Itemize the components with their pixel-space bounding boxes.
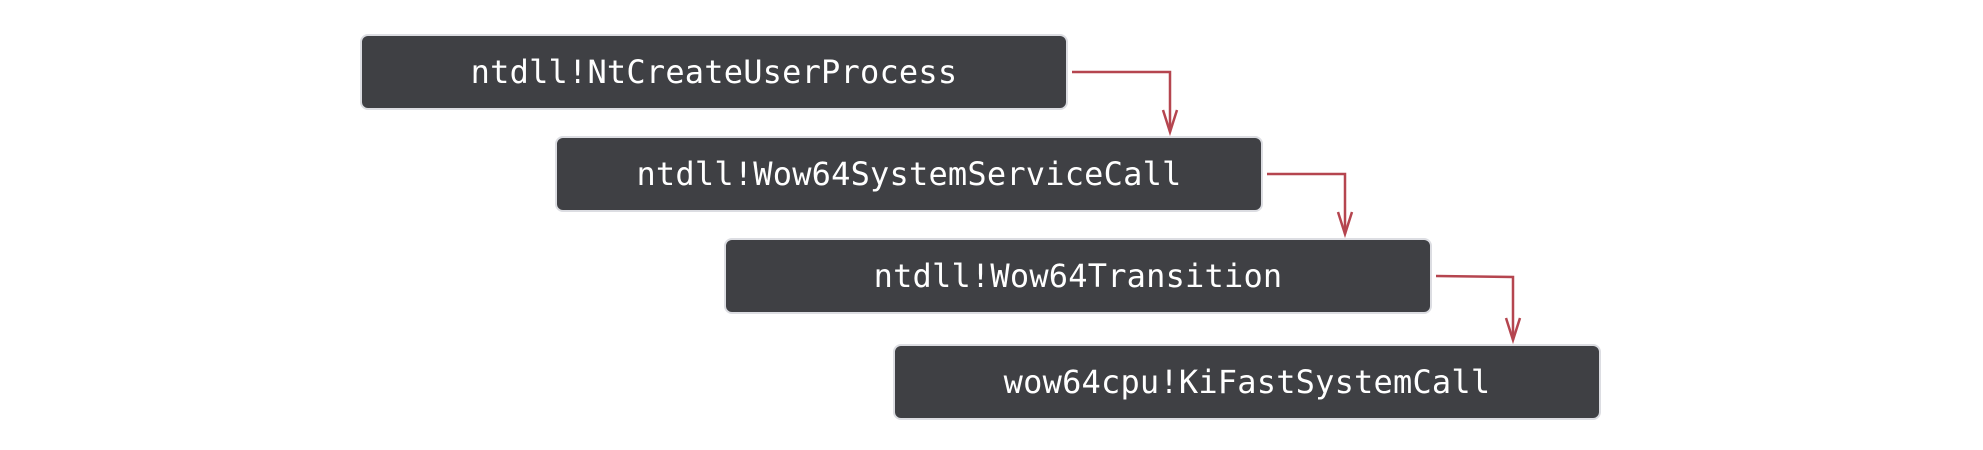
node-wow64systemservicecall: ntdll!Wow64SystemServiceCall xyxy=(555,136,1263,212)
connector-n2-n3 xyxy=(1267,172,1347,234)
node-label: ntdll!Wow64SystemServiceCall xyxy=(636,155,1182,193)
connector-n3-n4 xyxy=(1435,274,1515,340)
arrowhead-n1-n2 xyxy=(1161,109,1179,137)
node-wow64transition: ntdll!Wow64Transition xyxy=(724,238,1432,314)
connector-n1-n2 xyxy=(1072,70,1172,132)
node-kifastsystemcall: wow64cpu!KiFastSystemCall xyxy=(893,344,1601,420)
node-label: ntdll!NtCreateUserProcess xyxy=(470,53,958,91)
call-chain-diagram: ntdll!NtCreateUserProcess ntdll!Wow64Sys… xyxy=(0,0,1983,450)
node-ntcreateuserprocess: ntdll!NtCreateUserProcess xyxy=(360,34,1068,110)
node-label: ntdll!Wow64Transition xyxy=(873,257,1283,295)
arrowhead-n2-n3 xyxy=(1336,211,1354,239)
node-label: wow64cpu!KiFastSystemCall xyxy=(1003,363,1491,401)
arrowhead-n3-n4 xyxy=(1504,317,1522,345)
